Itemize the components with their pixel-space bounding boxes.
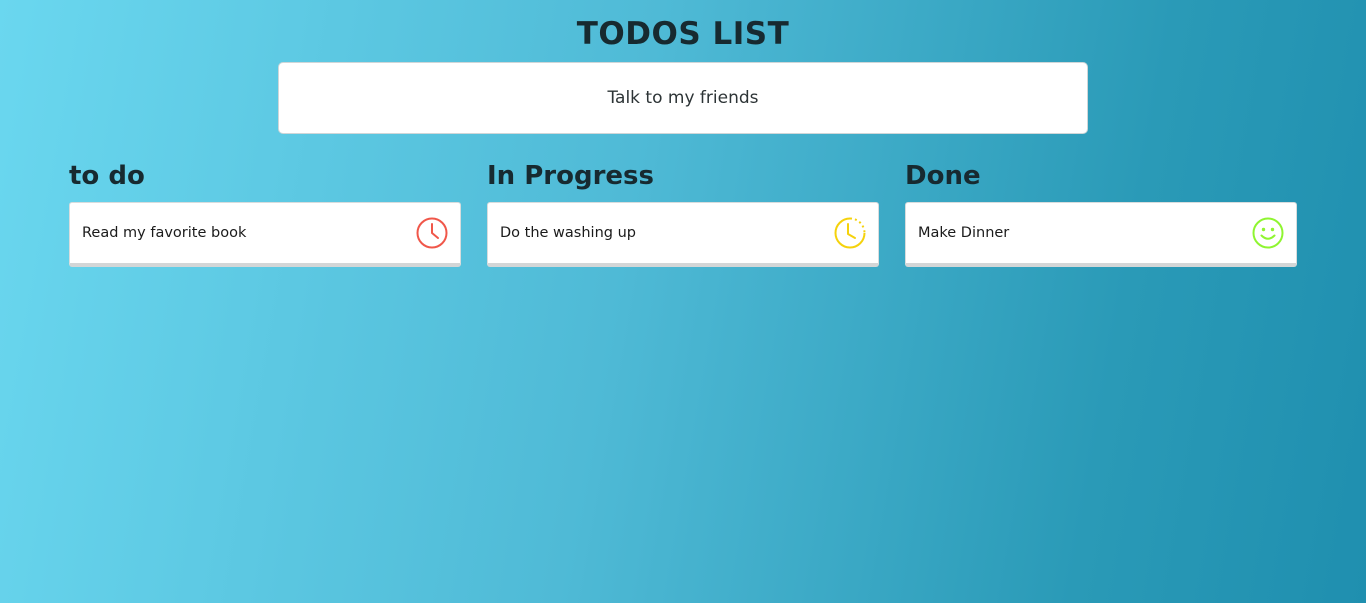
column-in-progress: In Progress Do the washing up: [487, 160, 879, 267]
column-to-do: to do Read my favorite book: [69, 160, 461, 267]
column-done: Done Make Dinner: [905, 160, 1297, 267]
column-title-in-progress: In Progress: [487, 161, 654, 191]
todo-card-text: Do the washing up: [500, 225, 636, 241]
todo-card[interactable]: Read my favorite book: [69, 202, 461, 267]
new-todo-input[interactable]: [278, 62, 1088, 134]
clock-progress-icon: [833, 216, 867, 250]
column-title-done: Done: [905, 161, 981, 191]
page-title: TODOS LIST: [576, 16, 790, 52]
todo-card[interactable]: Make Dinner: [905, 202, 1297, 267]
smiley-icon: [1251, 216, 1285, 250]
clock-icon: [415, 216, 449, 250]
column-title-to-do: to do: [69, 161, 145, 191]
todo-card-text: Read my favorite book: [82, 225, 247, 241]
todo-card[interactable]: Do the washing up: [487, 202, 879, 267]
todo-card-text: Make Dinner: [918, 225, 1010, 241]
